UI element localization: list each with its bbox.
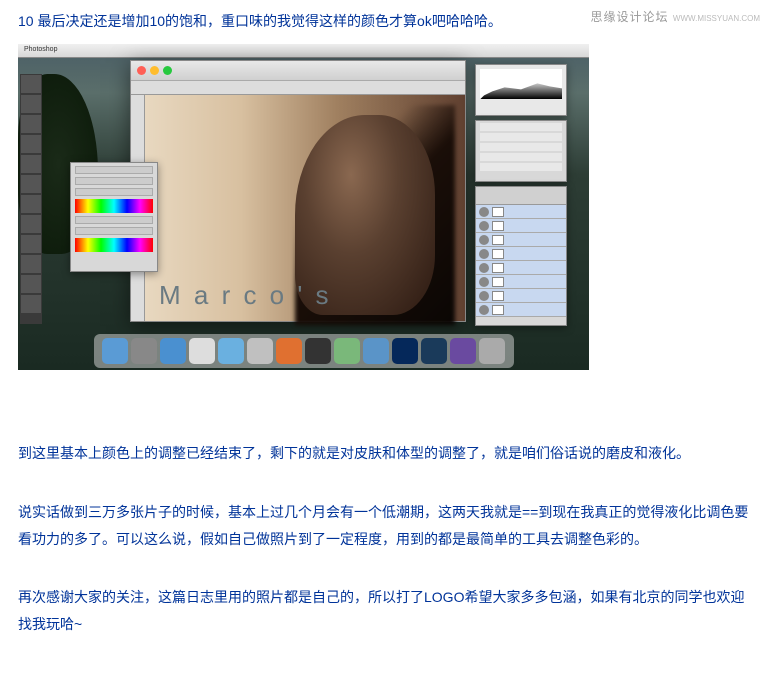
dock-app-icon [363, 338, 389, 364]
layers-panel [475, 186, 567, 326]
edited-photo: M a r c o ' s [145, 95, 465, 321]
dock-app-icon [131, 338, 157, 364]
zoom-icon [163, 66, 172, 75]
window-titlebar [131, 61, 465, 81]
layer-row [476, 219, 566, 233]
ps-document-window: M a r c o ' s [130, 60, 466, 322]
ps-toolbar [20, 74, 42, 324]
page-watermark: 思缘设计论坛 WWW.MISSYUAN.COM [591, 8, 760, 25]
layer-row [476, 233, 566, 247]
minimize-icon [150, 66, 159, 75]
watermark-sub: WWW.MISSYUAN.COM [673, 14, 760, 23]
tool-icon [21, 75, 41, 93]
dock-app-icon [450, 338, 476, 364]
paragraph-3: 再次感谢大家的关注，这篇日志里用的照片都是自己的，所以打了LOGO希望大家多多包… [18, 584, 754, 637]
spectrum [75, 238, 153, 252]
app-name: Photoshop [24, 46, 57, 53]
layer-row [476, 205, 566, 219]
mac-menubar: Photoshop [18, 44, 589, 58]
histogram-graph [480, 69, 562, 99]
dock-app-icon [479, 338, 505, 364]
paragraph-2: 说实话做到三万多张片子的时候，基本上过几个月会有一个低潮期，这两天我就是==到现… [18, 499, 754, 552]
layer-row [476, 289, 566, 303]
mac-dock [94, 334, 514, 368]
close-icon [137, 66, 146, 75]
layer-row [476, 247, 566, 261]
layers-header [476, 187, 566, 205]
paragraph-1: 到这里基本上颜色上的调整已经结束了，剩下的就是对皮肤和体型的调整了，就是咱们俗话… [18, 440, 754, 467]
dock-app-icon [334, 338, 360, 364]
dock-app-icon [189, 338, 215, 364]
dock-app-icon [102, 338, 128, 364]
article-content: 10 最后决定还是增加10的饱和，重口味的我觉得这样的颜色才算ok吧哈哈哈。 P… [0, 0, 772, 689]
photoshop-screenshot: Photoshop M a r c o ' s [18, 44, 589, 370]
layer-row [476, 303, 566, 317]
dock-app-icon [160, 338, 186, 364]
dock-app-icon [421, 338, 447, 364]
dock-app-icon [247, 338, 273, 364]
photo-watermark: M a r c o ' s [159, 280, 332, 311]
watermark-main: 思缘设计论坛 [591, 10, 669, 24]
ruler-horizontal [131, 81, 465, 95]
visibility-icon [479, 207, 489, 217]
layer-row [476, 275, 566, 289]
dock-app-icon [305, 338, 331, 364]
dock-app-icon [218, 338, 244, 364]
hue-gradient [75, 199, 153, 213]
color-panel [70, 162, 158, 272]
adjustments-panel [475, 120, 567, 182]
layer-row [476, 261, 566, 275]
dock-app-icon [392, 338, 418, 364]
dock-app-icon [276, 338, 302, 364]
histogram-panel [475, 64, 567, 116]
